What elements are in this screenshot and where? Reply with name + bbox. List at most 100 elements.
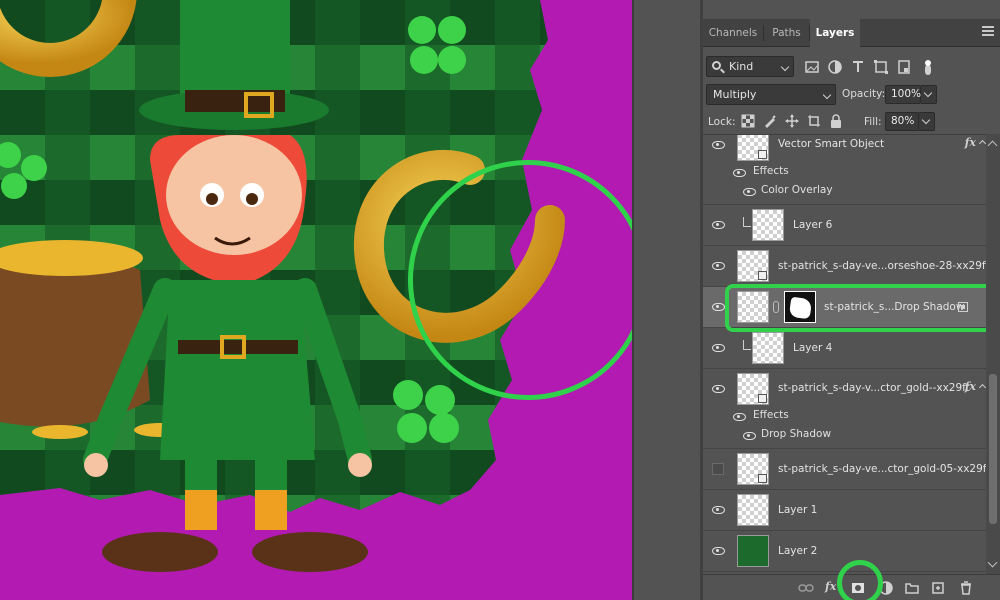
effects-eye-icon[interactable] bbox=[733, 413, 746, 421]
opacity-input[interactable]: 100% bbox=[885, 85, 921, 104]
layer-row-layer-4[interactable]: Layer 4 bbox=[703, 328, 986, 369]
new-layer-icon[interactable] bbox=[931, 581, 945, 595]
canvas-gutter bbox=[632, 0, 702, 600]
kind-filter-label: Kind bbox=[729, 60, 754, 73]
layer-row-layer-1[interactable]: Layer 1 bbox=[703, 490, 986, 531]
artwork bbox=[0, 0, 565, 572]
layer-name[interactable]: Vector Smart Object bbox=[778, 138, 884, 150]
layer-list-scrollbar[interactable] bbox=[986, 134, 1000, 574]
layers-panel: Channels Paths Layers Kind Multiply Opac… bbox=[703, 0, 1000, 600]
layer-thumbnail bbox=[737, 494, 769, 526]
filter-row: Kind bbox=[703, 53, 1000, 81]
tab-layers[interactable]: Layers bbox=[810, 19, 860, 47]
clipping-arrow-icon bbox=[743, 340, 751, 350]
effects-row[interactable]: Effects bbox=[733, 407, 986, 426]
smart-object-filter-icon[interactable] bbox=[896, 59, 912, 75]
fx-icon[interactable]: fx bbox=[965, 136, 976, 149]
layer-thumbnail bbox=[737, 453, 769, 485]
layer-mask-thumbnail[interactable] bbox=[784, 291, 816, 323]
shape-filter-icon[interactable] bbox=[873, 59, 889, 75]
visibility-eye-icon[interactable] bbox=[712, 141, 725, 149]
visibility-eye-icon[interactable] bbox=[712, 221, 725, 229]
effects-eye-icon[interactable] bbox=[733, 169, 746, 177]
visibility-off-icon[interactable] bbox=[712, 463, 724, 475]
layer-name[interactable]: st-patrick_s-day-v...ctor_gold--xx29ft bbox=[778, 382, 970, 394]
visibility-eye-icon[interactable] bbox=[712, 262, 725, 270]
effect-row-drop-shadow[interactable]: Drop Shadow bbox=[733, 426, 986, 445]
trash-icon[interactable] bbox=[959, 581, 973, 595]
link-icon[interactable] bbox=[798, 581, 814, 595]
effect-eye-icon[interactable] bbox=[743, 432, 756, 440]
layer-name[interactable]: Layer 4 bbox=[793, 342, 832, 354]
effect-eye-icon[interactable] bbox=[743, 188, 756, 196]
smart-object-badge-icon bbox=[758, 394, 767, 403]
effect-name: Drop Shadow bbox=[761, 428, 832, 440]
panel-menu-icon[interactable] bbox=[982, 26, 994, 36]
layer-name[interactable]: Layer 1 bbox=[778, 504, 817, 516]
visibility-eye-icon[interactable] bbox=[712, 506, 725, 514]
type-filter-icon[interactable] bbox=[850, 59, 866, 75]
layer-name[interactable]: Layer 6 bbox=[793, 219, 832, 231]
chevron-up-icon[interactable] bbox=[978, 139, 986, 148]
layer-thumbnail bbox=[737, 250, 769, 282]
effects-label: Effects bbox=[753, 165, 789, 177]
blend-mode-label: Multiply bbox=[713, 88, 757, 101]
document-canvas[interactable] bbox=[0, 0, 632, 600]
lock-artboard-icon[interactable] bbox=[807, 114, 821, 128]
tab-paths[interactable]: Paths bbox=[764, 19, 809, 47]
layer-row-layer-2[interactable]: Layer 2 bbox=[703, 531, 986, 572]
blend-mode-select[interactable]: Multiply bbox=[706, 84, 836, 105]
effects-row[interactable]: Effects bbox=[733, 163, 986, 182]
fill-input[interactable]: 80% bbox=[885, 112, 919, 131]
filter-toggle-icon[interactable] bbox=[921, 59, 935, 75]
chevron-up-icon[interactable] bbox=[978, 383, 986, 392]
layer-name[interactable]: st-patrick_s...Drop Shadow bbox=[824, 301, 964, 313]
fx-icon[interactable]: fx bbox=[965, 380, 976, 393]
layer-list: Vector Smart Object fx Effects Color Ove… bbox=[703, 134, 986, 574]
fx-icon[interactable]: fx bbox=[825, 580, 836, 593]
mask-link-icon[interactable] bbox=[773, 301, 779, 313]
visibility-eye-icon[interactable] bbox=[712, 547, 725, 555]
pixel-filter-icon[interactable] bbox=[804, 59, 820, 75]
smart-object-badge-icon bbox=[758, 150, 767, 159]
smart-object-badge-icon bbox=[758, 474, 767, 483]
scrollbar-thumb[interactable] bbox=[989, 374, 997, 524]
adjustment-icon[interactable] bbox=[879, 581, 893, 595]
clipping-arrow-icon bbox=[743, 217, 751, 227]
blend-row: Multiply Opacity: 100% bbox=[703, 84, 1000, 108]
layer-row-layer-6[interactable]: Layer 6 bbox=[703, 205, 986, 246]
scroll-down-icon[interactable] bbox=[987, 557, 998, 568]
fill-dropdown-icon[interactable] bbox=[919, 112, 935, 131]
chevron-down-icon bbox=[822, 90, 832, 100]
lock-position-icon[interactable] bbox=[785, 114, 799, 128]
chevron-down-icon bbox=[780, 62, 790, 72]
search-icon bbox=[712, 61, 721, 70]
layer-row-drop-shadow-selected[interactable]: st-patrick_s...Drop Shadow bbox=[703, 287, 986, 328]
layer-row-horseshoe[interactable]: st-patrick_s-day-ve...orseshoe-28-xx29ft… bbox=[703, 246, 986, 287]
adjustment-filter-icon[interactable] bbox=[827, 59, 843, 75]
layer-row-gold-drop-shadow[interactable]: st-patrick_s-day-v...ctor_gold--xx29ft f… bbox=[703, 369, 986, 449]
lock-transparent-icon[interactable] bbox=[741, 114, 755, 128]
layer-name[interactable]: st-patrick_s-day-ve...orseshoe-28-xx29ft… bbox=[778, 260, 986, 272]
kind-filter-select[interactable]: Kind bbox=[706, 56, 794, 77]
visibility-eye-icon[interactable] bbox=[712, 344, 725, 352]
layer-row-vector-smart-object[interactable]: Vector Smart Object fx Effects Color Ove… bbox=[703, 135, 986, 205]
layer-thumbnail bbox=[752, 332, 784, 364]
lock-all-icon[interactable] bbox=[829, 114, 843, 128]
tab-channels[interactable]: Channels bbox=[703, 19, 763, 47]
smart-object-badge-icon bbox=[758, 271, 767, 280]
opacity-dropdown-icon[interactable] bbox=[921, 85, 937, 104]
lock-pixels-icon[interactable] bbox=[763, 114, 777, 128]
effect-row-color-overlay[interactable]: Color Overlay bbox=[733, 182, 986, 201]
layer-name[interactable]: Layer 2 bbox=[778, 545, 817, 557]
visibility-eye-icon[interactable] bbox=[712, 385, 725, 393]
scroll-up-icon[interactable] bbox=[987, 140, 998, 151]
visibility-eye-icon[interactable] bbox=[712, 303, 725, 311]
layer-name[interactable]: st-patrick_s-day-ve...ctor_gold-05-xx29f… bbox=[778, 463, 986, 475]
folder-icon[interactable] bbox=[905, 581, 919, 595]
mask-icon[interactable] bbox=[851, 581, 865, 595]
lock-label: Lock: bbox=[708, 116, 736, 128]
layer-thumbnail bbox=[737, 135, 769, 161]
layer-row-gold-hidden[interactable]: st-patrick_s-day-ve...ctor_gold-05-xx29f… bbox=[703, 449, 986, 490]
opacity-label: Opacity: bbox=[842, 88, 886, 100]
